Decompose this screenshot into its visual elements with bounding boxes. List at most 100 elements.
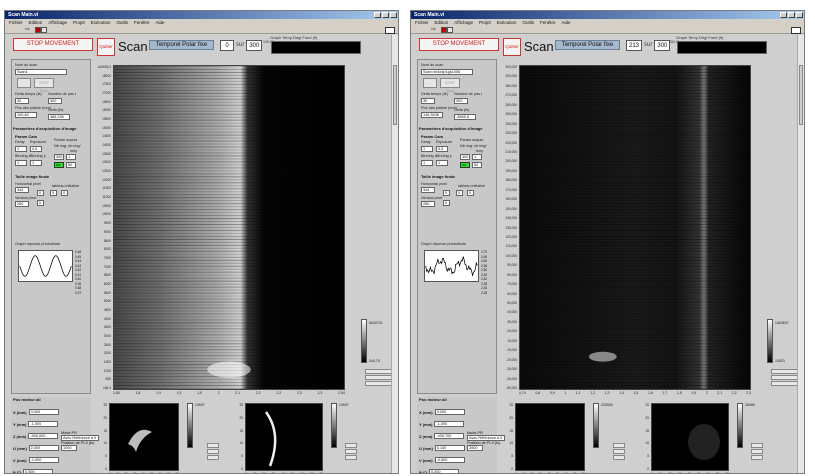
image-1-cursor-tool[interactable] <box>613 455 625 460</box>
menu-execution[interactable]: Exécution <box>497 19 517 26</box>
close-button[interactable] <box>796 12 803 18</box>
camera-image-1[interactable] <box>109 403 179 471</box>
image-1-cursor-tool[interactable] <box>207 455 219 460</box>
image-2-pan-tool[interactable] <box>345 449 357 454</box>
pause-icon[interactable] <box>41 27 47 33</box>
stop-scan-button[interactable]: STOP Scan <box>440 78 460 93</box>
image-count-input[interactable]: 300 <box>460 154 470 160</box>
menu-execution[interactable]: Exécution <box>91 19 111 26</box>
run-arrow-icon[interactable]: ⇨ <box>431 27 438 33</box>
scan-mode-select[interactable]: Temporel Polar fixe <box>149 40 214 50</box>
start-scan-button[interactable] <box>17 78 31 88</box>
delay-input[interactable]: 1 <box>15 146 27 152</box>
image-2-pan-tool[interactable] <box>751 449 763 454</box>
camera-image-1[interactable] <box>515 403 585 471</box>
array-index-a[interactable]: 0 <box>37 190 44 196</box>
menu-affichage[interactable]: Affichage <box>454 19 473 26</box>
motor-position-input[interactable]: 2,000 <box>28 445 59 451</box>
cursor-tool[interactable] <box>365 381 393 386</box>
minimize-button[interactable] <box>374 12 381 18</box>
image-2-cursor-tool[interactable] <box>345 455 357 460</box>
motor-position-input[interactable]: -1,000 <box>28 421 59 427</box>
array-index-b[interactable]: 0 <box>37 200 44 206</box>
minimize-button[interactable] <box>780 12 787 18</box>
menu-fenetre[interactable]: Fenêtre <box>134 19 150 26</box>
images-per-average-input[interactable]: 1 <box>66 154 76 160</box>
scan-name-input[interactable]: Scan1 <box>15 69 67 75</box>
scrollbar-thumb[interactable] <box>799 65 803 125</box>
image-count-input[interactable]: 300 <box>54 154 64 160</box>
quit-button[interactable]: Quitter <box>97 38 115 56</box>
acquisition-value[interactable]: 50 <box>472 162 482 168</box>
invert-toggle[interactable]: inv <box>460 162 470 168</box>
motor-position-input[interactable]: 3,000 <box>28 409 59 415</box>
stop-scan-button[interactable]: STOP Scan <box>34 78 54 93</box>
delta-time-input[interactable]: 30 <box>15 98 29 104</box>
cursor-tool[interactable] <box>771 381 799 386</box>
position-input[interactable]: 3500 <box>467 445 483 451</box>
camera-image-2[interactable] <box>245 403 323 471</box>
zoom-tool[interactable] <box>365 369 393 374</box>
pan-tool[interactable] <box>365 375 393 380</box>
menu-edition[interactable]: Edition <box>435 19 449 26</box>
motor-position-input[interactable]: -1,000 <box>434 421 465 427</box>
array-index-b[interactable]: 0 <box>443 200 450 206</box>
motor-position-input[interactable]: -400,700 <box>434 433 465 439</box>
image-1-zoom-tool[interactable] <box>613 443 625 448</box>
exposure-input[interactable]: 0,5 <box>436 146 448 152</box>
maximize-button[interactable] <box>788 12 795 18</box>
close-button[interactable] <box>390 12 397 18</box>
menu-outils[interactable]: Outils <box>117 19 129 26</box>
menu-fenetre[interactable]: Fenêtre <box>540 19 556 26</box>
image-2-zoom-tool[interactable] <box>345 443 357 448</box>
pause-icon[interactable] <box>447 27 453 33</box>
menu-aide[interactable]: Aide <box>156 19 165 26</box>
menu-fichier[interactable]: Fichier <box>415 19 429 26</box>
pan-tool[interactable] <box>771 375 799 380</box>
main-intensity-plot[interactable] <box>113 65 345 390</box>
step-count-input[interactable]: 300 <box>454 98 468 104</box>
image-1-pan-tool[interactable] <box>207 449 219 454</box>
motor-position-input[interactable]: -400,000 <box>28 433 59 439</box>
vertical-scrollbar[interactable] <box>391 35 398 473</box>
invert-toggle[interactable]: inv <box>54 162 64 168</box>
run-arrow-icon[interactable]: ⇨ <box>25 27 32 33</box>
delta-time-input[interactable]: 30 <box>421 98 435 104</box>
menu-fichier[interactable]: Fichier <box>9 19 23 26</box>
binning-x-input[interactable]: 1 <box>421 160 433 166</box>
motor-position-input[interactable]: -1,000 <box>28 457 59 463</box>
stop-movement-button[interactable]: STOP MOVEMENT <box>419 38 499 51</box>
menu-outils[interactable]: Outils <box>523 19 535 26</box>
quit-button[interactable]: Quitter <box>503 38 521 56</box>
acquisition-value[interactable]: 50 <box>66 162 76 168</box>
exposure-input[interactable]: 0,5 <box>30 146 42 152</box>
main-intensity-plot[interactable] <box>519 65 751 390</box>
zoom-tool[interactable] <box>771 369 799 374</box>
image-2-cursor-tool[interactable] <box>751 455 763 460</box>
menu-edition[interactable]: Edition <box>29 19 43 26</box>
maximize-button[interactable] <box>382 12 389 18</box>
array-index-a[interactable]: 0 <box>443 190 450 196</box>
start-scan-button[interactable] <box>423 78 437 88</box>
position-input[interactable]: 1000 <box>61 445 77 451</box>
scan-name-input[interactable]: Scan<hr3x4p1gs1406 <box>421 69 473 75</box>
binning-y-input[interactable]: 1 <box>30 160 42 166</box>
image-1-pan-tool[interactable] <box>613 449 625 454</box>
images-per-average-input[interactable]: 1 <box>472 154 482 160</box>
step-count-input[interactable]: 300 <box>48 98 62 104</box>
menu-affichage[interactable]: Affichage <box>48 19 67 26</box>
stop-movement-button[interactable]: STOP MOVEMENT <box>13 38 93 51</box>
camera-image-2[interactable] <box>651 403 729 471</box>
motor-position-input[interactable]: 0,140 <box>434 445 465 451</box>
vertical-scrollbar[interactable] <box>797 35 804 473</box>
binning-y-input[interactable]: 1 <box>436 160 448 166</box>
delay-input[interactable]: 1 <box>421 146 433 152</box>
motor-position-input[interactable]: 0,000 <box>22 469 53 473</box>
image-1-zoom-tool[interactable] <box>207 443 219 448</box>
image-2-zoom-tool[interactable] <box>751 443 763 448</box>
motor-position-input[interactable]: 0,000 <box>428 469 459 473</box>
scan-mode-select[interactable]: Temporel Polar fixe <box>555 40 620 50</box>
motor-position-input[interactable]: -0,500 <box>434 457 465 463</box>
menu-aide[interactable]: Aide <box>562 19 571 26</box>
motor-position-input[interactable]: 3,000 <box>434 409 465 415</box>
